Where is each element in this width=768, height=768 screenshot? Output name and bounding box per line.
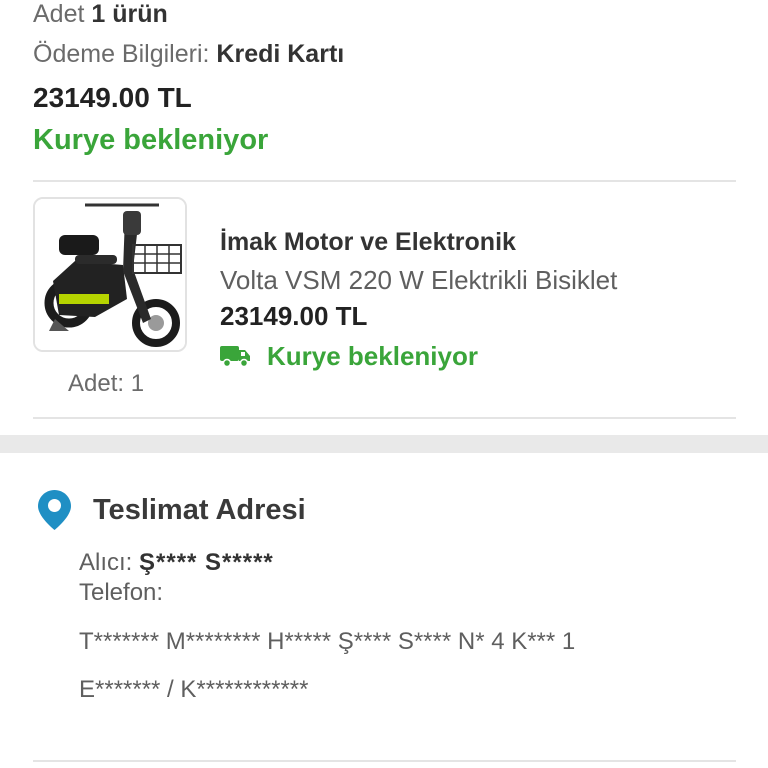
seller-name[interactable]: İmak Motor ve Elektronik [220, 225, 617, 263]
delivery-truck-icon [220, 345, 251, 367]
product-status: Kurye bekleniyor [220, 339, 617, 373]
recipient-row: Alıcı: Ş**** S***** [79, 548, 274, 578]
divider [33, 180, 736, 182]
product-card[interactable]: Adet: 1 İmak Motor ve Elektronik Volta V… [33, 197, 736, 397]
order-total-price: 23149.00 TL [33, 82, 192, 113]
payment-row: Ödeme Bilgileri: Kredi Kartı [33, 40, 344, 68]
divider [33, 417, 736, 419]
quantity-row: Adet 1 ürün [33, 0, 168, 28]
location-pin-icon [38, 490, 71, 530]
payment-value: Kredi Kartı [216, 40, 345, 68]
product-quantity: Adet: 1 [68, 370, 145, 397]
product-image[interactable] [33, 197, 187, 352]
product-info: İmak Motor ve Elektronik Volta VSM 220 W… [220, 225, 617, 373]
delivery-address-title: Teslimat Adresi [93, 493, 306, 526]
product-status-text: Kurye bekleniyor [267, 341, 478, 371]
quantity-value: 1 ürün [91, 0, 168, 28]
order-status: Kurye bekleniyor [33, 124, 269, 156]
phone-label: Telefon: [79, 579, 164, 606]
section-separator [0, 435, 768, 453]
recipient-label: Alıcı: [79, 549, 133, 576]
address-line-1: T******* M******** H***** Ş**** S**** N*… [79, 628, 576, 655]
payment-label: Ödeme Bilgileri: [33, 40, 210, 68]
recipient-info: Alıcı: Ş**** S***** Telefon: [79, 548, 274, 608]
product-name[interactable]: Volta VSM 220 W Elektrikli Bisiklet [220, 263, 617, 299]
address-line-2: E******* / K************ [79, 676, 309, 703]
divider [33, 760, 736, 762]
delivery-address-header: Teslimat Adresi [38, 490, 306, 530]
electric-bicycle-image [35, 199, 185, 350]
product-price: 23149.00 TL [220, 301, 368, 331]
recipient-name: Ş**** S***** [139, 549, 274, 576]
quantity-label: Adet [33, 0, 85, 28]
